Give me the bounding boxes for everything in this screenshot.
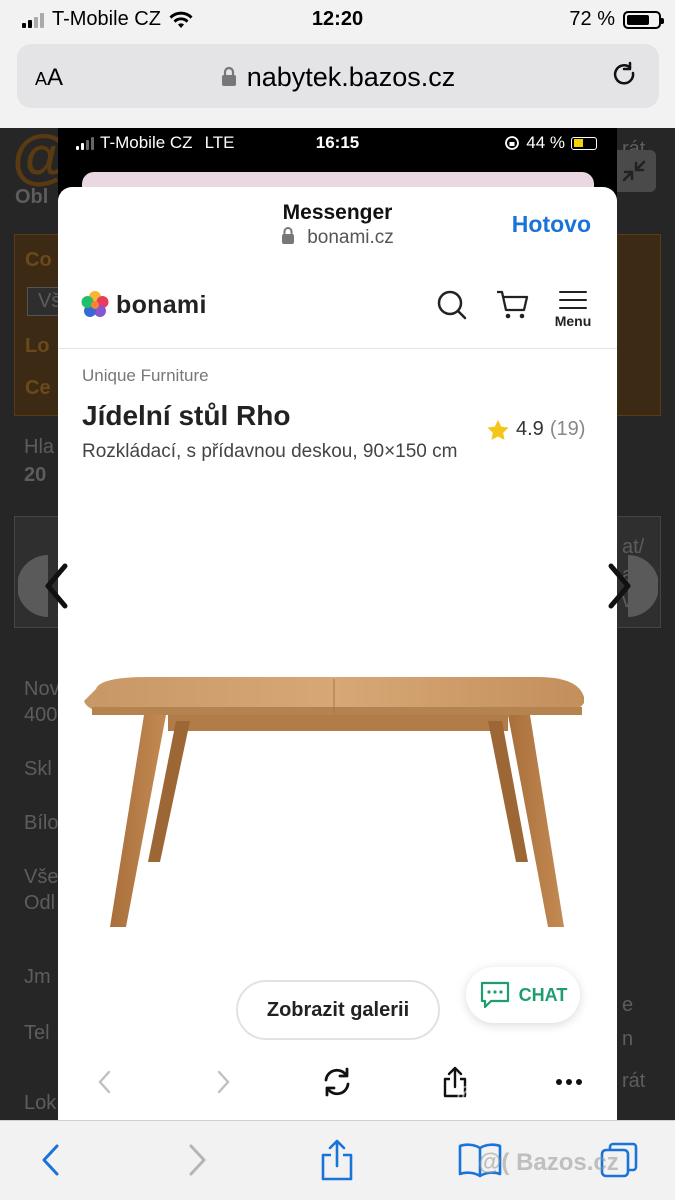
bg-text: Ce — [25, 377, 51, 399]
product-brand[interactable]: Unique Furniture — [82, 366, 209, 386]
safari-share-button[interactable] — [316, 1139, 358, 1181]
bg-text: Skl — [24, 758, 52, 780]
inner-battery-percent: 44 % — [526, 133, 565, 152]
menu-label: Menu — [554, 313, 592, 329]
inner-battery-info: 44 % — [504, 133, 597, 153]
safari-forward-button[interactable] — [176, 1139, 218, 1181]
safari-back-button[interactable] — [30, 1139, 72, 1181]
carousel-prev-button[interactable] — [17, 555, 76, 617]
done-button[interactable]: Hotovo — [512, 211, 591, 238]
watermark: @( Bazos.cz — [478, 1149, 619, 1176]
bg-text: Vše — [24, 866, 59, 888]
bg-text: 400 — [24, 704, 58, 726]
bonami-wordmark: bonami — [116, 290, 207, 319]
bg-text: rát — [622, 1070, 646, 1092]
battery-percent: 72 % — [569, 8, 615, 30]
bg-text: Nov — [24, 678, 60, 700]
bg-text: n — [622, 1028, 634, 1050]
forward-icon — [217, 1070, 230, 1094]
bg-text: Lok — [24, 1092, 57, 1114]
menu-button[interactable]: Menu — [552, 287, 594, 331]
status-bar: T-Mobile CZ 12:20 72 % — [0, 0, 675, 40]
address-bar[interactable]: AA nabytek.bazos.cz — [17, 44, 659, 108]
bonami-flower-icon — [81, 291, 109, 317]
forward-icon — [189, 1144, 206, 1176]
bg-text: Bílo — [24, 812, 59, 834]
reload-icon — [324, 1067, 350, 1097]
reload-icon[interactable] — [609, 60, 641, 92]
product-rating[interactable]: 4.9 (19) — [486, 418, 585, 441]
inner-status-bar: T-Mobile CZ LTE 16:15 44 % — [58, 128, 617, 158]
product-subtitle: Rozkládací, s přídavnou deskou, 90×150 c… — [82, 441, 458, 462]
sheet-domain-text: bonami.cz — [307, 227, 394, 248]
carousel-next-button[interactable] — [600, 555, 659, 617]
product-image-table[interactable] — [78, 677, 598, 937]
battery-icon — [571, 136, 597, 150]
header-divider — [58, 348, 617, 349]
bg-text: Co — [25, 249, 52, 271]
watermark: @( Bazos.cz — [456, 1082, 597, 1109]
product-title: Jídelní stůl Rho — [82, 400, 291, 431]
bonami-logo[interactable]: bonami — [80, 290, 207, 320]
back-icon — [42, 1144, 59, 1176]
gallery-button[interactable]: Zobrazit galerii — [236, 980, 440, 1040]
battery-info: 72 % — [569, 8, 664, 31]
bg-text: Lo — [25, 335, 50, 357]
inapp-refresh-button[interactable] — [320, 1065, 354, 1099]
chat-label: CHAT — [518, 984, 568, 1005]
lock-icon — [282, 227, 295, 244]
rating-value: 4.9 — [516, 418, 544, 440]
bg-text: Odl — [24, 892, 56, 914]
chat-button[interactable]: CHAT — [466, 967, 580, 1023]
star-icon — [487, 419, 509, 440]
embedded-screenshot: T-Mobile CZ LTE 16:15 44 % Messenger bon… — [58, 128, 617, 1120]
lock-icon — [221, 66, 236, 86]
share-icon — [321, 1139, 353, 1181]
chat-icon — [480, 981, 509, 1009]
inapp-back-button[interactable] — [88, 1065, 122, 1099]
bg-text: Hla — [24, 436, 55, 458]
bg-text: Jm — [24, 966, 51, 988]
back-icon — [98, 1070, 111, 1094]
search-icon[interactable] — [436, 289, 468, 321]
bg-text: 20 — [24, 464, 47, 486]
safari-toolbar: @( Bazos.cz — [0, 1120, 675, 1200]
bg-text: Tel — [24, 1022, 50, 1044]
cart-icon[interactable] — [495, 289, 529, 321]
address-bar-area: AA nabytek.bazos.cz — [0, 40, 675, 128]
rotation-lock-icon — [505, 136, 520, 150]
in-app-browser-sheet: Messenger bonami.cz Hotovo bonami Menu U… — [58, 187, 617, 1120]
url-display[interactable]: nabytek.bazos.cz — [17, 62, 659, 93]
bg-text: e — [622, 994, 634, 1016]
battery-icon — [623, 10, 664, 29]
hamburger-icon — [559, 291, 587, 309]
collapse-icon[interactable] — [612, 150, 656, 192]
inapp-forward-button[interactable] — [206, 1065, 240, 1099]
rating-count: (19) — [549, 418, 586, 440]
url-text: nabytek.bazos.cz — [246, 62, 456, 92]
bg-text: Obl — [15, 186, 49, 208]
